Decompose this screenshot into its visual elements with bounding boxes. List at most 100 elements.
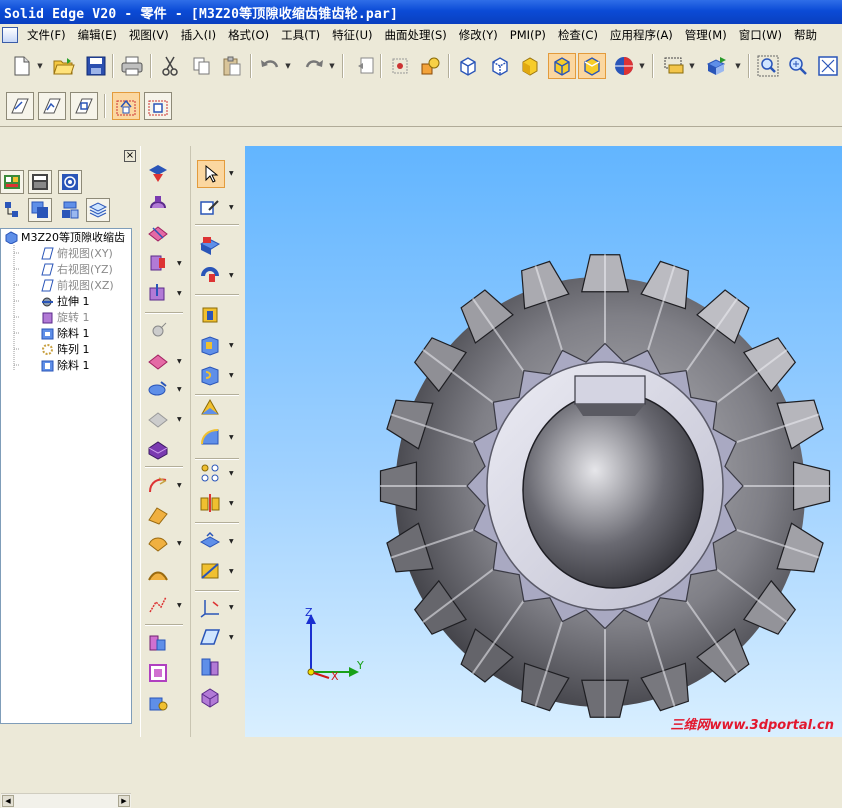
shaded-view-icon[interactable] xyxy=(518,54,542,78)
layer-dropdown-icon[interactable]: ▼ xyxy=(688,54,696,78)
revolve-feature-icon[interactable] xyxy=(145,190,171,216)
insert-part-icon[interactable] xyxy=(145,660,171,686)
draft-icon[interactable] xyxy=(145,376,171,402)
curve-icon[interactable] xyxy=(145,472,171,498)
sketch-2d-icon[interactable] xyxy=(38,92,66,120)
revolved-cutout-icon[interactable] xyxy=(197,262,223,288)
render-dropdown-icon[interactable]: ▼ xyxy=(638,54,646,78)
cutout-feature-icon[interactable] xyxy=(197,332,223,358)
menu-surfacing[interactable]: 曲面处理(S) xyxy=(378,27,452,43)
view-orient-icon[interactable] xyxy=(706,54,730,78)
loft-icon[interactable] xyxy=(197,394,223,420)
dropdown-arrow-icon[interactable]: ▼ xyxy=(177,416,184,426)
save-icon[interactable] xyxy=(84,54,108,78)
dropdown-arrow-icon[interactable]: ▼ xyxy=(177,602,184,612)
menu-help[interactable]: 帮助 xyxy=(788,27,823,43)
sensors-tab-icon[interactable] xyxy=(58,170,82,194)
tree-item[interactable]: 右视图(YZ) xyxy=(41,261,113,277)
rib-feature-icon[interactable] xyxy=(197,528,223,554)
scroll-right-icon[interactable]: ▶ xyxy=(118,795,130,807)
3d-viewport[interactable]: Z Y X 三维网www.3dportal.cn xyxy=(245,146,842,737)
copy-icon[interactable] xyxy=(190,54,214,78)
dropdown-arrow-icon[interactable]: ▼ xyxy=(229,434,236,444)
new-file-icon[interactable] xyxy=(10,54,34,78)
tree-item[interactable]: 拉伸 1 xyxy=(41,293,90,309)
menu-pmi[interactable]: PMI(P) xyxy=(504,28,552,42)
undo-icon[interactable] xyxy=(258,54,282,78)
select-arrow-icon[interactable] xyxy=(197,160,225,188)
new-dropdown-icon[interactable]: ▼ xyxy=(36,54,44,78)
dropdown-arrow-icon[interactable]: ▼ xyxy=(229,170,236,180)
shell-icon[interactable] xyxy=(145,436,171,462)
swept-surface-icon[interactable] xyxy=(145,562,171,588)
menu-format[interactable]: 格式(O) xyxy=(222,27,275,43)
part-copy-icon[interactable] xyxy=(145,630,171,656)
tree-item[interactable]: 除料 1 xyxy=(41,325,90,341)
ordered-mode-icon[interactable] xyxy=(112,92,140,120)
surface-icon[interactable] xyxy=(145,160,171,186)
undo-dropdown-icon[interactable]: ▼ xyxy=(284,54,292,78)
reference-plane-icon[interactable] xyxy=(197,624,223,650)
dropdown-arrow-icon[interactable]: ▼ xyxy=(177,482,184,492)
dropdown-arrow-icon[interactable]: ▼ xyxy=(229,634,236,644)
redo-icon[interactable] xyxy=(302,54,326,78)
layer-icon[interactable] xyxy=(662,54,686,78)
dropdown-arrow-icon[interactable]: ▼ xyxy=(229,500,236,510)
stack-tab-icon[interactable] xyxy=(86,198,110,222)
coordinate-system-icon[interactable] xyxy=(197,594,223,620)
swept-icon[interactable] xyxy=(145,220,171,246)
protrusion-icon[interactable] xyxy=(197,232,223,258)
tree-item[interactable]: 前视图(XZ) xyxy=(41,277,114,293)
sketch-plane-icon[interactable] xyxy=(6,92,34,120)
print-icon[interactable] xyxy=(120,54,144,78)
family-tab-icon[interactable] xyxy=(28,198,52,222)
offset-surface-icon[interactable] xyxy=(197,424,223,450)
divide-part-icon[interactable] xyxy=(197,654,223,680)
fit-view-icon[interactable] xyxy=(816,54,840,78)
revolved-protrusion-icon[interactable] xyxy=(145,250,171,276)
dropdown-arrow-icon[interactable]: ▼ xyxy=(177,386,184,396)
dropdown-arrow-icon[interactable]: ▼ xyxy=(229,204,236,214)
dropdown-arrow-icon[interactable]: ▼ xyxy=(229,538,236,548)
redo-dropdown-icon[interactable]: ▼ xyxy=(328,54,336,78)
menu-insert[interactable]: 插入(I) xyxy=(175,27,222,43)
thin-wall-icon[interactable] xyxy=(145,280,171,306)
dropdown-arrow-icon[interactable]: ▼ xyxy=(229,372,236,382)
hole-icon[interactable] xyxy=(197,302,223,328)
hidden-edges-view-icon[interactable] xyxy=(488,54,512,78)
assembly-tab-icon[interactable] xyxy=(58,198,82,222)
menu-manage[interactable]: 管理(M) xyxy=(679,27,733,43)
document-icon[interactable] xyxy=(2,27,18,43)
view-orient-dropdown-icon[interactable]: ▼ xyxy=(734,54,742,78)
dropdown-arrow-icon[interactable]: ▼ xyxy=(177,260,184,270)
menu-view[interactable]: 视图(V) xyxy=(123,27,175,43)
web-network-icon[interactable] xyxy=(197,558,223,584)
visible-edges-view-icon[interactable] xyxy=(578,53,606,79)
menu-inspect[interactable]: 检查(C) xyxy=(552,27,604,43)
extrude-curve-icon[interactable] xyxy=(145,592,171,618)
dropdown-arrow-icon[interactable]: ▼ xyxy=(229,272,236,282)
sketch-profile-icon[interactable] xyxy=(70,92,98,120)
menu-window[interactable]: 窗口(W) xyxy=(733,27,788,43)
cut-icon[interactable] xyxy=(158,54,182,78)
attach-icon[interactable] xyxy=(145,690,171,716)
round-icon[interactable] xyxy=(145,318,171,344)
pathfinder-tab-icon[interactable] xyxy=(0,198,24,222)
bounded-surface-icon[interactable] xyxy=(145,502,171,528)
paste-icon[interactable] xyxy=(220,54,244,78)
rib-icon[interactable] xyxy=(145,406,171,432)
dropdown-arrow-icon[interactable]: ▼ xyxy=(177,540,184,550)
blue-surf-icon[interactable] xyxy=(145,530,171,556)
feature-library-icon[interactable] xyxy=(0,170,24,194)
wireframe-view-icon[interactable] xyxy=(456,54,480,78)
thread-icon[interactable] xyxy=(197,362,223,388)
zoom-icon[interactable] xyxy=(786,54,810,78)
sketch-icon[interactable] xyxy=(388,54,412,78)
tree-item[interactable]: 除料 1 xyxy=(41,357,90,373)
shaded-edges-view-icon[interactable] xyxy=(548,53,576,79)
sketch-tool-icon[interactable] xyxy=(197,194,223,220)
pattern-feature-icon[interactable] xyxy=(197,460,223,486)
menu-modify[interactable]: 修改(Y) xyxy=(453,27,504,43)
scroll-left-icon[interactable]: ◀ xyxy=(2,795,14,807)
zoom-area-icon[interactable] xyxy=(756,54,780,78)
